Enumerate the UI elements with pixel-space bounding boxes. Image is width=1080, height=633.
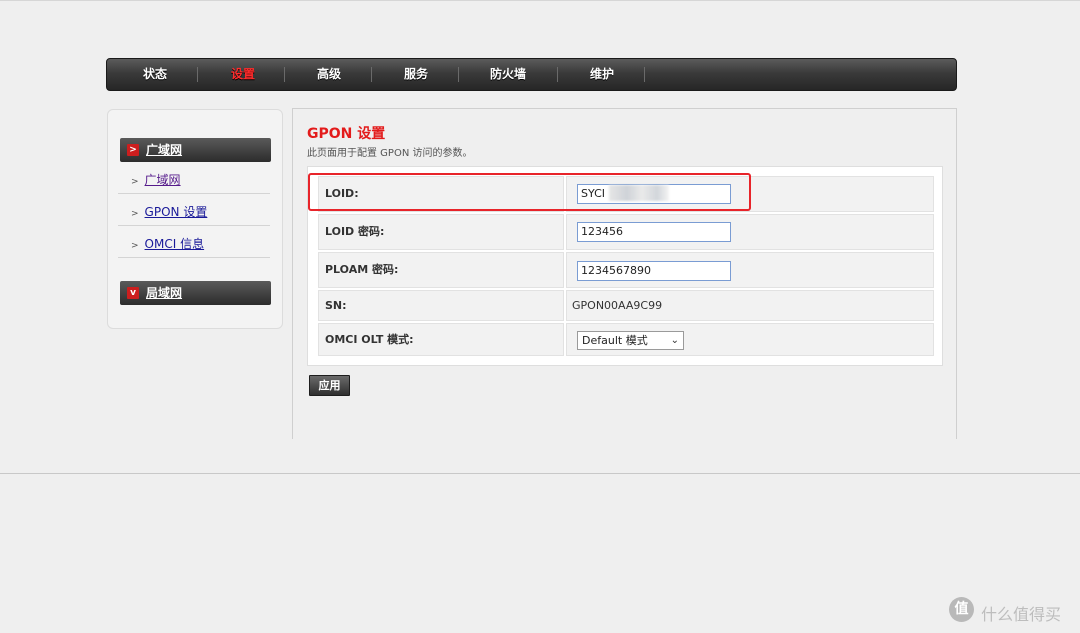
main-content-panel: GPON 设置 此页面用于配置 GPON 访问的参数。 LOID: SYCI L… <box>292 108 957 439</box>
loid-password-input[interactable]: 123456 <box>577 222 731 242</box>
sidebar-divider <box>118 257 270 258</box>
sidebar-section-wan[interactable]: > 广域网 <box>120 138 271 162</box>
sidebar-item-wan[interactable]: > 广域网 <box>131 171 181 188</box>
sidebar-item-label: GPON 设置 <box>144 205 208 219</box>
sidebar-panel: > 广域网 > 广域网 > GPON 设置 > OMCI 信息 v 局域网 <box>107 109 283 329</box>
nav-divider <box>371 67 372 82</box>
sidebar-item-gpon-settings[interactable]: > GPON 设置 <box>131 203 207 220</box>
nav-tab-settings[interactable]: 设置 <box>211 59 275 90</box>
omci-olt-mode-select[interactable]: Default 模式 ⌄ <box>577 331 684 350</box>
sidebar-item-label: 广域网 <box>144 173 181 187</box>
bullet-arrow-icon: > <box>131 177 139 187</box>
bullet-arrow-icon: > <box>131 241 139 251</box>
redacted-loid-blur <box>609 185 669 201</box>
top-nav-bar: 状态 设置 高级 服务 防火墙 维护 <box>106 58 957 91</box>
omci-olt-mode-cell: Default 模式 ⌄ <box>566 323 934 356</box>
nav-divider <box>458 67 459 82</box>
chevron-down-icon: v <box>127 287 139 299</box>
page-title: GPON 设置 <box>307 126 386 142</box>
sidebar-section-lan[interactable]: v 局域网 <box>120 281 271 305</box>
sidebar-divider <box>118 225 270 226</box>
footer-divider <box>0 473 1080 474</box>
watermark-text: 什么值得买 <box>981 605 1062 624</box>
apply-button[interactable]: 应用 <box>309 375 350 396</box>
chevron-right-icon: > <box>127 144 139 156</box>
nav-divider <box>557 67 558 82</box>
ploam-password-label: PLOAM 密码: <box>318 252 564 288</box>
nav-tab-services[interactable]: 服务 <box>384 59 448 90</box>
ploam-password-input[interactable]: 1234567890 <box>577 261 731 281</box>
ploam-password-cell: 1234567890 <box>566 252 934 288</box>
watermark-logo-icon: 值 <box>949 597 974 622</box>
sidebar-divider <box>118 193 270 194</box>
nav-divider <box>644 67 645 82</box>
loid-password-cell: 123456 <box>566 214 934 250</box>
nav-tab-maintenance[interactable]: 维护 <box>570 59 634 90</box>
sidebar-item-label: OMCI 信息 <box>144 237 205 251</box>
nav-tab-advanced[interactable]: 高级 <box>297 59 361 90</box>
sidebar-item-omci-info[interactable]: > OMCI 信息 <box>131 235 204 252</box>
chevron-down-icon: ⌄ <box>670 335 679 346</box>
loid-password-label: LOID 密码: <box>318 214 564 250</box>
sn-label: SN: <box>318 290 564 321</box>
sidebar-section-label: 广域网 <box>146 143 183 157</box>
omci-olt-mode-label: OMCI OLT 模式: <box>318 323 564 356</box>
nav-tab-status[interactable]: 状态 <box>125 59 185 90</box>
router-config-page: 状态 设置 高级 服务 防火墙 维护 > 广域网 > 广域网 > GPON 设置 >… <box>0 0 1080 633</box>
top-border <box>0 0 1080 1</box>
select-value: Default 模式 <box>582 334 648 347</box>
bullet-arrow-icon: > <box>131 209 139 219</box>
page-description: 此页面用于配置 GPON 访问的参数。 <box>307 148 473 159</box>
nav-divider <box>284 67 285 82</box>
loid-label: LOID: <box>318 176 564 212</box>
nav-divider <box>197 67 198 82</box>
sidebar-section-label: 局域网 <box>146 286 183 300</box>
sn-value: GPON00AA9C99 <box>566 290 934 321</box>
nav-tab-firewall[interactable]: 防火墙 <box>473 59 543 90</box>
